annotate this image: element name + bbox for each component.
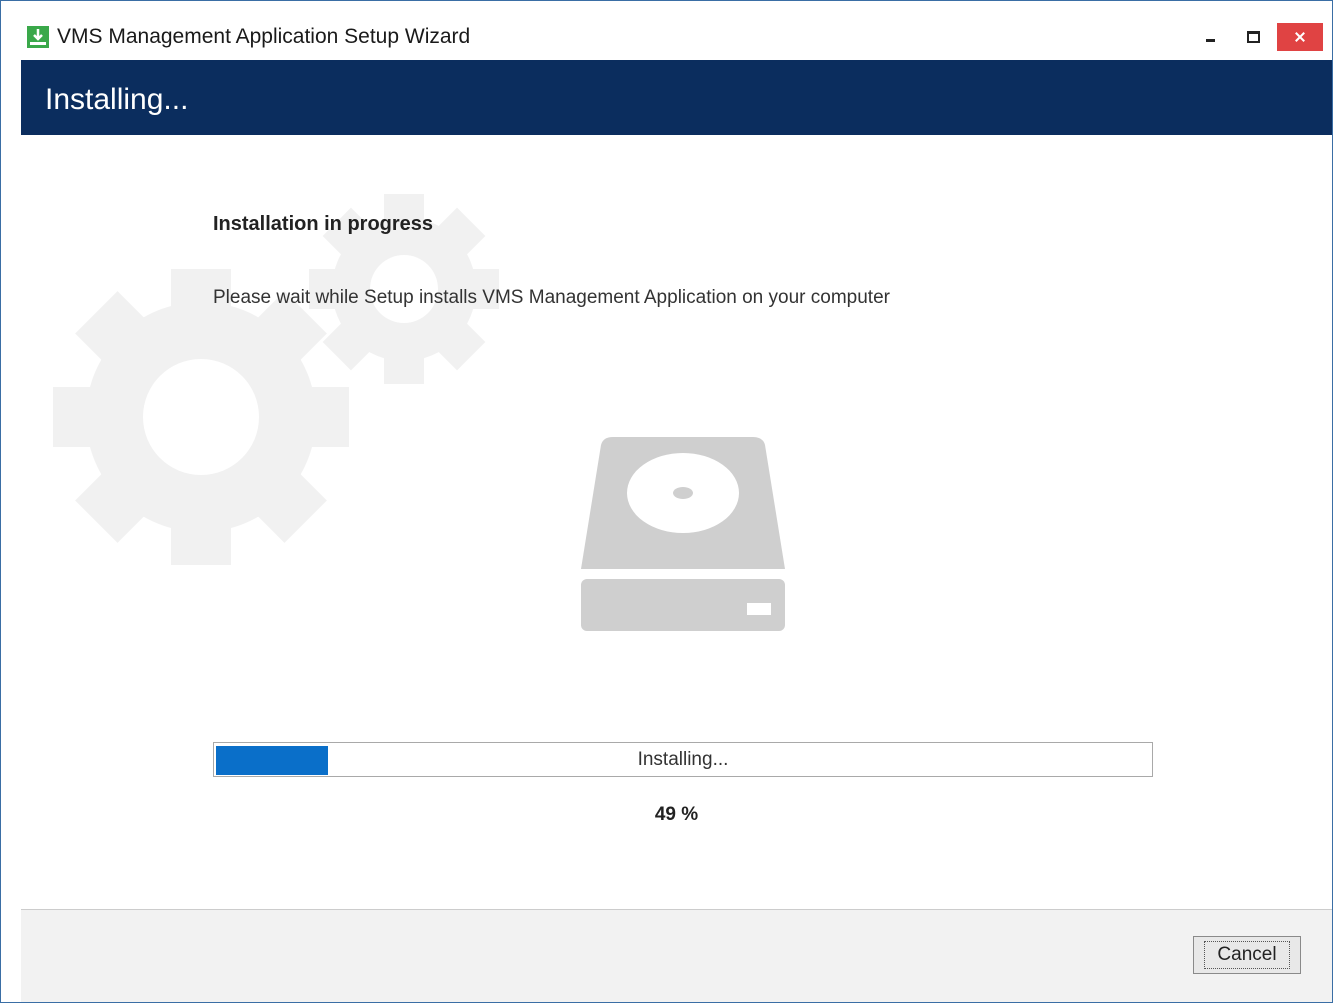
main-panel: Installation in progress Please wait whi… [21,135,1332,909]
installer-app-icon [27,26,49,48]
cancel-button[interactable]: Cancel [1193,936,1301,974]
page-header: Installing... [21,60,1332,135]
title-bar[interactable]: VMS Management Application Setup Wizard [1,1,1332,60]
progress-label: Installing... [637,749,729,770]
setup-wizard-window: VMS Management Application Setup Wizard … [0,0,1333,1003]
section-description: Please wait while Setup installs VMS Man… [213,287,890,308]
minimize-icon[interactable] [1195,23,1229,51]
hard-disk-icon [581,437,785,631]
cancel-button-label: Cancel [1204,941,1290,969]
progress-bar: Installing... [213,742,1153,777]
page-title: Installing... [45,83,189,116]
gears-icon [53,194,499,565]
maximize-icon[interactable] [1237,23,1271,51]
footer-bar: Cancel [21,909,1332,1002]
window-title: VMS Management Application Setup Wizard [57,25,471,48]
section-heading: Installation in progress [213,213,434,235]
close-icon[interactable] [1277,23,1323,51]
progress-percent: 49 % [654,804,699,825]
